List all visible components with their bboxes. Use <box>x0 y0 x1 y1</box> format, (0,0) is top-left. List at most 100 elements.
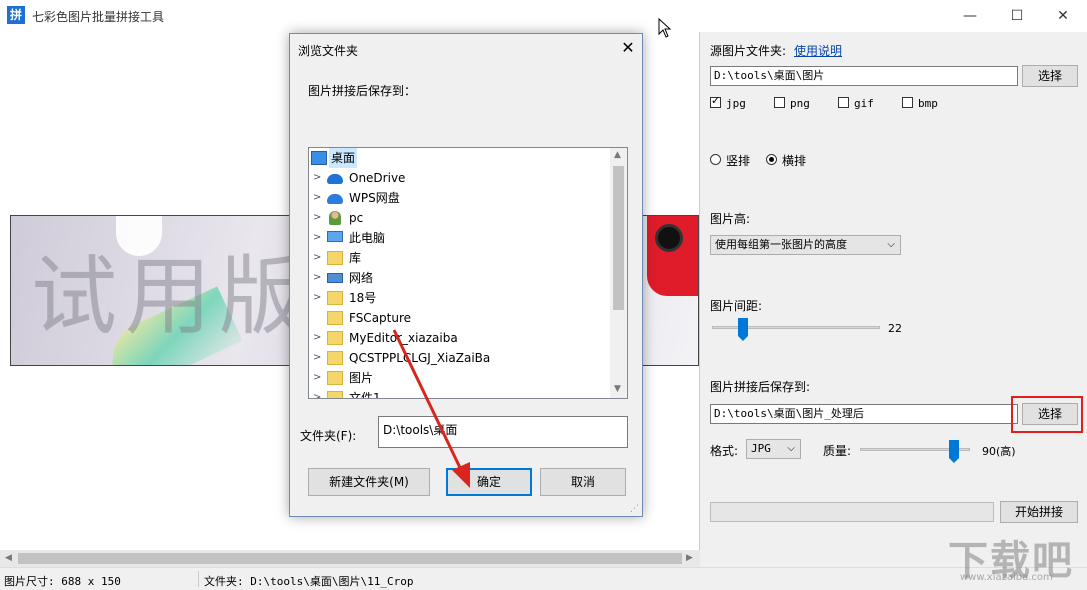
vertical-radio[interactable] <box>710 154 721 165</box>
tree-node-myeditor[interactable]: > MyEditor_xiazaiba <box>309 328 609 348</box>
spacing-value: 22 <box>888 322 902 335</box>
dialog-close-icon[interactable]: ✕ <box>618 38 638 58</box>
tree-node-label: 文件1 <box>349 391 381 399</box>
horizontal-scrollbar[interactable]: ◀ ▶ <box>0 550 700 567</box>
tree-node-pictures[interactable]: > 图片 <box>309 368 609 388</box>
resize-grip-icon[interactable]: ⋰ <box>630 504 639 514</box>
new-folder-button[interactable]: 新建文件夹(M) <box>308 468 430 496</box>
tree-node-wps[interactable]: > WPS网盘 <box>309 188 609 208</box>
tree-scroll-thumb[interactable] <box>613 166 624 310</box>
jpg-checkbox[interactable]: ✓ <box>710 94 721 108</box>
tree-node-label: 网络 <box>349 271 374 285</box>
cloud-icon <box>327 194 343 204</box>
tree-node-label: pc <box>349 211 364 225</box>
chevron-right-icon[interactable]: > <box>313 228 321 248</box>
folder-icon <box>327 291 343 305</box>
tree-node-label: OneDrive <box>349 171 406 185</box>
help-link[interactable]: 使用说明 <box>794 42 842 59</box>
folder-name-field[interactable]: D:\tools\桌面 <box>378 416 628 448</box>
source-folder-field[interactable]: D:\tools\桌面\图片 <box>710 66 1018 86</box>
highlight-box <box>1011 396 1083 433</box>
tree-node-label: FSCapture <box>349 311 412 325</box>
tree-node-label: QCSTPPLCLGJ_XiaZaiBa <box>349 351 491 365</box>
chevron-right-icon[interactable]: > <box>313 368 321 388</box>
bmp-label: bmp <box>918 97 938 110</box>
spacing-label: 图片间距: <box>710 299 763 313</box>
ok-button[interactable]: 确定 <box>446 468 532 496</box>
horizontal-radio[interactable] <box>766 154 777 165</box>
scroll-right-icon[interactable]: ▶ <box>686 553 693 563</box>
jpg-label: jpg <box>726 97 746 110</box>
bmp-checkbox[interactable] <box>902 97 913 108</box>
minimize-button[interactable]: — <box>947 0 993 32</box>
chevron-right-icon[interactable]: > <box>313 388 321 398</box>
quality-label: 质量: <box>823 444 852 458</box>
save-to-label: 图片拼接后保存到: <box>710 380 811 394</box>
folder-icon <box>327 371 343 385</box>
format-label: 格式: <box>710 444 739 458</box>
image-phone <box>647 216 698 296</box>
chevron-right-icon[interactable]: > <box>313 348 321 368</box>
tree-node-desktop[interactable]: 桌面 <box>309 148 609 168</box>
tree-node-label: 桌面 <box>329 148 358 168</box>
tree-vertical-scrollbar[interactable]: ▲ ▼ <box>610 148 627 398</box>
tree-node-network[interactable]: > 网络 <box>309 268 609 288</box>
tree-node-label: 库 <box>349 251 362 265</box>
tree-node-pc-user[interactable]: > pc <box>309 208 609 228</box>
dialog-title: 浏览文件夹 <box>298 44 359 58</box>
source-folder-label: 源图片文件夹: <box>710 44 787 58</box>
image-height-select[interactable]: 使用每组第一张图片的高度 ⌵ <box>710 235 901 255</box>
brand-url: www.xiazaiba.com <box>960 572 1053 583</box>
chevron-right-icon[interactable]: > <box>313 188 321 208</box>
image-height-value: 使用每组第一张图片的高度 <box>715 238 847 251</box>
folder-name-label: 文件夹(F): <box>300 429 357 443</box>
chevron-right-icon[interactable]: > <box>313 268 321 288</box>
chevron-right-icon[interactable]: > <box>313 288 321 308</box>
chevron-down-icon: ⌵ <box>887 239 895 250</box>
gif-checkbox[interactable] <box>838 97 849 108</box>
progress-bar <box>710 502 994 522</box>
chevron-right-icon[interactable]: > <box>313 168 321 188</box>
horizontal-scroll-thumb[interactable] <box>18 553 682 564</box>
tree-node-label: WPS网盘 <box>349 191 400 205</box>
tree-node-library[interactable]: > 库 <box>309 248 609 268</box>
computer-icon <box>327 231 343 242</box>
scroll-left-icon[interactable]: ◀ <box>5 553 12 563</box>
save-folder-field[interactable]: D:\tools\桌面\图片_处理后 <box>710 404 1018 424</box>
scroll-down-icon[interactable]: ▼ <box>614 384 621 394</box>
network-icon <box>327 273 343 283</box>
window-title: 七彩色图片批量拼接工具 <box>32 10 165 24</box>
chevron-right-icon[interactable]: > <box>313 248 321 268</box>
spacing-slider-thumb[interactable] <box>738 318 748 341</box>
folder-tree[interactable]: 桌面 > OneDrive > WPS网盘 > pc > 此电脑 > 库 > 网… <box>308 147 628 399</box>
folder-icon <box>327 351 343 365</box>
status-image-size: 图片尺寸: 688 x 150 <box>4 575 121 588</box>
horizontal-label: 横排 <box>782 154 807 168</box>
tree-node-label: 18号 <box>349 291 377 305</box>
folder-icon <box>327 311 343 325</box>
source-browse-button[interactable]: 选择 <box>1022 65 1078 87</box>
start-button[interactable]: 开始拼接 <box>1000 501 1078 523</box>
chevron-right-icon[interactable]: > <box>313 328 321 348</box>
tree-node-label: 图片 <box>349 371 374 385</box>
tree-node-file1[interactable]: > 文件1 <box>309 388 609 399</box>
vertical-label: 竖排 <box>726 154 751 168</box>
quality-slider-thumb[interactable] <box>949 440 959 463</box>
tree-node-folder-18[interactable]: > 18号 <box>309 288 609 308</box>
maximize-button[interactable]: ☐ <box>994 0 1040 32</box>
chevron-right-icon[interactable]: > <box>313 208 321 228</box>
tree-node-fscapture[interactable]: FSCapture <box>309 308 609 328</box>
scroll-up-icon[interactable]: ▲ <box>614 150 621 160</box>
format-select[interactable]: JPG ⌵ <box>746 439 801 459</box>
image-height-label: 图片高: <box>710 212 751 226</box>
chevron-down-icon: ⌵ <box>787 443 795 454</box>
mouse-cursor-icon <box>658 18 672 38</box>
folder-icon <box>327 331 343 345</box>
tree-node-qcstpp[interactable]: > QCSTPPLCLGJ_XiaZaiBa <box>309 348 609 368</box>
png-checkbox[interactable] <box>774 97 785 108</box>
close-button[interactable]: ✕ <box>1040 0 1086 32</box>
tree-node-this-pc[interactable]: > 此电脑 <box>309 228 609 248</box>
tree-node-onedrive[interactable]: > OneDrive <box>309 168 609 188</box>
browse-folder-dialog: 浏览文件夹 ✕ 图片拼接后保存到： 桌面 > OneDrive > WPS网盘 … <box>289 33 643 517</box>
cancel-button[interactable]: 取消 <box>540 468 626 496</box>
